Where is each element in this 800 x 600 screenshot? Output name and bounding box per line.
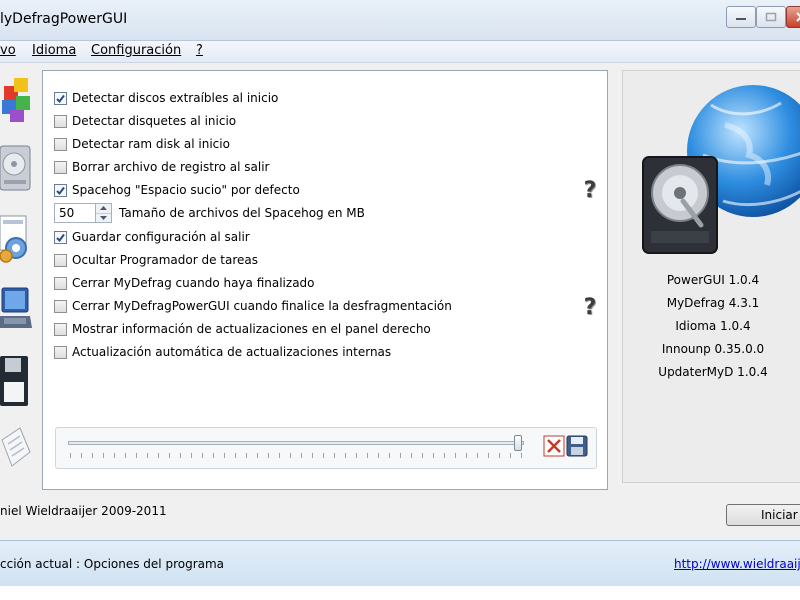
svg-text:?: ? — [584, 179, 597, 201]
checkbox[interactable] — [54, 253, 67, 267]
options-panel: Detectar discos extraíbles al inicio Det… — [42, 70, 608, 490]
minimize-icon — [736, 18, 746, 20]
hdd-globe-logo — [642, 85, 800, 254]
option-label: Detectar ram disk al inicio — [72, 137, 230, 151]
svg-text:?: ? — [584, 296, 597, 318]
maximize-button[interactable] — [756, 6, 786, 28]
checkbox[interactable] — [54, 299, 67, 313]
spin-down-button[interactable] — [96, 212, 111, 223]
close-icon — [796, 12, 800, 22]
checkbox[interactable] — [54, 91, 67, 105]
spacehog-size-value[interactable]: 50 — [54, 203, 96, 223]
option-label: Ocultar Programador de tareas — [72, 253, 259, 267]
option-label: Cerrar MyDefragPowerGUI cuando finalice … — [72, 299, 452, 313]
window-bottom-edge — [0, 586, 800, 600]
option-label: Actualización automática de actualizacio… — [72, 345, 392, 359]
save-disk-icon[interactable] — [566, 435, 588, 457]
check-icon — [56, 94, 65, 103]
menu-archivo[interactable]: vo — [0, 43, 16, 58]
slider-track[interactable] — [68, 441, 524, 445]
option-label: Borrar archivo de registro al salir — [72, 160, 270, 174]
check-icon — [56, 186, 65, 195]
window-title: lyDefragPowerGUI — [0, 11, 128, 27]
spacehog-size-spinner[interactable]: 50 — [54, 203, 112, 223]
menu-idioma[interactable]: Idioma — [32, 43, 76, 58]
menu-help[interactable]: ? — [196, 43, 203, 58]
version-mydefrag: MyDefrag 4.3.1 — [666, 296, 760, 310]
option-close-mydefrag[interactable]: Cerrar MyDefrag cuando haya finalizado — [54, 274, 315, 292]
option-removable-disks[interactable]: Detectar discos extraíbles al inicio — [54, 89, 278, 107]
start-button[interactable]: Iniciar — [726, 504, 800, 526]
slider-ticks — [70, 453, 522, 458]
arrow-down-icon — [100, 215, 107, 220]
option-label: Spacehog "Espacio sucio" por defecto — [72, 183, 300, 197]
checkbox[interactable] — [54, 183, 67, 197]
checkbox[interactable] — [54, 137, 67, 151]
slider-group — [55, 427, 597, 469]
option-label: Mostrar información de actualizaciones e… — [72, 322, 431, 336]
spacehog-size-row: 50 Tamaño de archivos del Spacehog en MB — [54, 202, 365, 224]
status-text: cción actual : Opciones del programa — [0, 557, 225, 571]
version-idioma: Idioma 1.0.4 — [675, 319, 751, 333]
option-label: Detectar disquetes al inicio — [72, 114, 237, 128]
slider-thumb[interactable] — [514, 435, 522, 451]
minimize-button[interactable] — [726, 6, 756, 28]
checkbox[interactable] — [54, 322, 67, 336]
option-label: Detectar discos extraíbles al inicio — [72, 91, 279, 105]
option-hide-scheduler[interactable]: Ocultar Programador de tareas — [54, 251, 258, 269]
version-innounp: Innounp 0.35.0.0 — [661, 342, 765, 356]
arrow-up-icon — [100, 206, 107, 211]
floppy-disk-icon[interactable] — [0, 352, 32, 408]
help-question-icon[interactable]: ? ? — [581, 296, 601, 318]
option-auto-update[interactable]: Actualización automática de actualizacio… — [54, 343, 391, 361]
menu-bar: vo Idioma Configuración ? — [0, 41, 800, 63]
option-ram-disk[interactable]: Detectar ram disk al inicio — [54, 135, 230, 153]
title-bar: lyDefragPowerGUI — [0, 0, 800, 41]
option-show-updates[interactable]: Mostrar información de actualizaciones e… — [54, 320, 431, 338]
hard-drive-icon[interactable] — [0, 140, 32, 196]
laptop-icon[interactable] — [0, 282, 32, 338]
option-spacehog-default[interactable]: Spacehog "Espacio sucio" por defecto — [54, 181, 300, 199]
option-floppy-disks[interactable]: Detectar disquetes al inicio — [54, 112, 236, 130]
option-label: Cerrar MyDefrag cuando haya finalizado — [72, 276, 315, 290]
checkbox[interactable] — [54, 114, 67, 128]
info-panel: PowerGUI 1.0.4 MyDefrag 4.3.1 Idioma 1.0… — [622, 70, 800, 483]
checkbox[interactable] — [54, 276, 67, 290]
help-question-icon[interactable]: ? ? — [581, 179, 601, 201]
cancel-x-icon[interactable] — [543, 435, 565, 457]
defrag-blocks-icon[interactable] — [0, 72, 32, 128]
checkbox[interactable] — [54, 345, 67, 359]
checkbox[interactable] — [54, 160, 67, 174]
option-save-config[interactable]: Guardar configuración al salir — [54, 228, 250, 246]
status-bar: cción actual : Opciones del programa htt… — [0, 540, 800, 586]
copyright-text: niel Wieldraaijer 2009-2011 — [0, 504, 167, 518]
checkbox[interactable] — [54, 230, 67, 244]
close-button[interactable] — [786, 6, 800, 28]
version-powergui: PowerGUI 1.0.4 — [666, 273, 760, 287]
settings-gears-icon[interactable] — [0, 212, 32, 268]
option-close-powergui[interactable]: Cerrar MyDefragPowerGUI cuando finalice … — [54, 297, 452, 315]
option-label: Guardar configuración al salir — [72, 230, 250, 244]
website-link[interactable]: http://www.wieldraaije — [674, 557, 800, 571]
version-updatermyd: UpdaterMyD 1.0.4 — [658, 365, 768, 379]
start-button-label: Iniciar — [761, 508, 798, 522]
menu-configuracion[interactable]: Configuración — [91, 43, 181, 58]
document-icon[interactable] — [0, 420, 32, 476]
spacehog-size-label: Tamaño de archivos del Spacehog en MB — [119, 206, 365, 220]
check-icon — [56, 233, 65, 242]
option-delete-log[interactable]: Borrar archivo de registro al salir — [54, 158, 269, 176]
spin-up-button[interactable] — [96, 204, 111, 213]
maximize-icon — [765, 12, 777, 22]
